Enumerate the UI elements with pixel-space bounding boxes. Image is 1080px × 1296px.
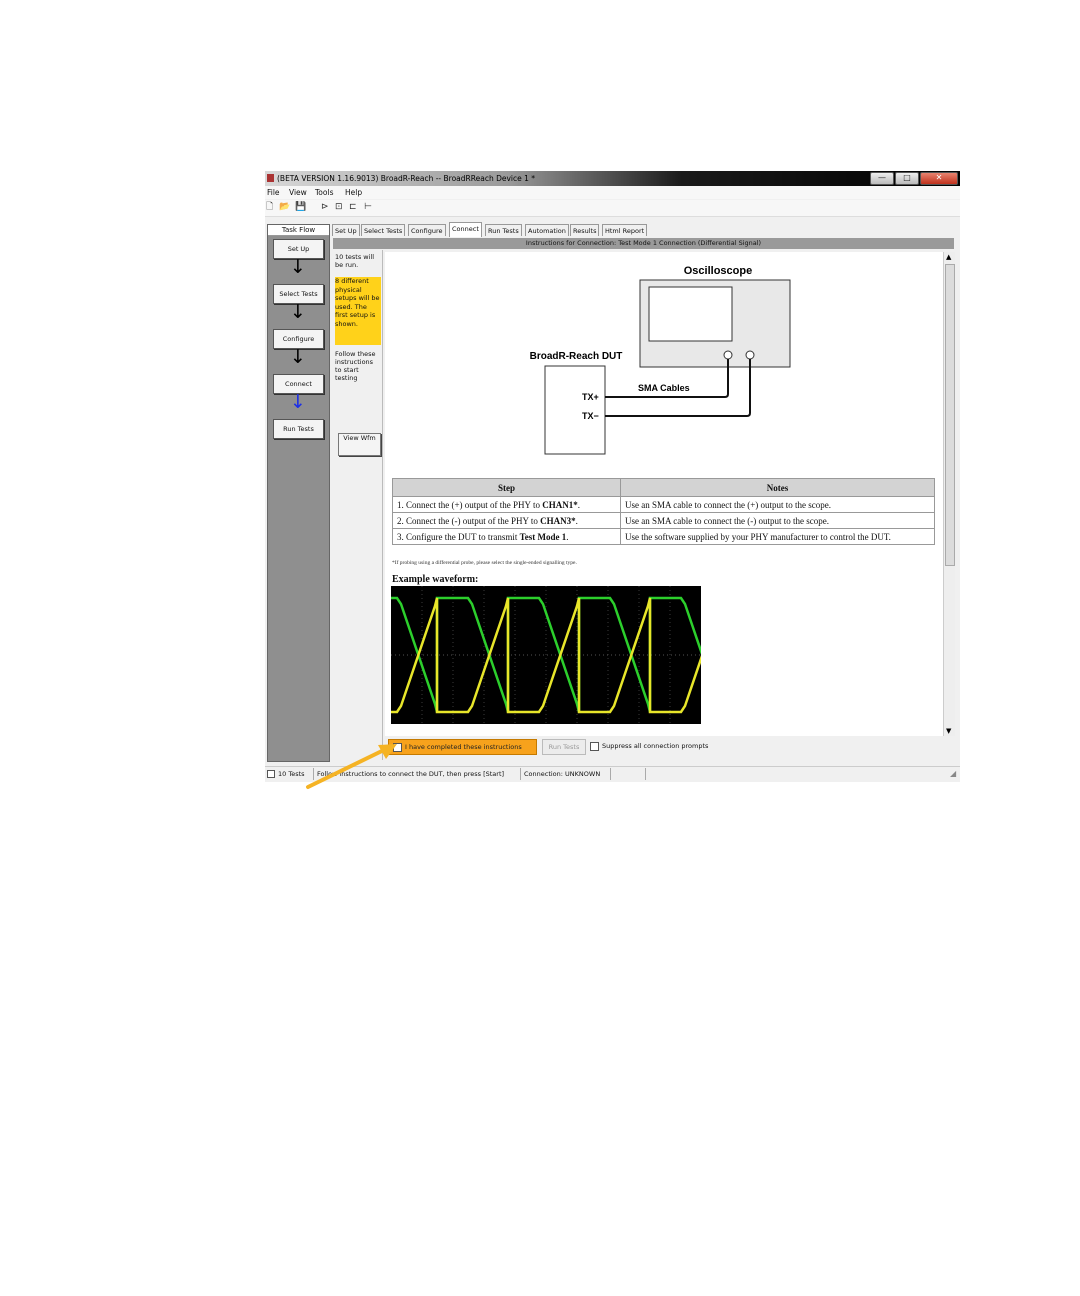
dut-box [544, 365, 606, 455]
callout-arrow [306, 744, 397, 789]
suppress-prompts-checkbox[interactable]: Suppress all connection prompts [590, 740, 708, 752]
note-cell: Use an SMA cable to connect the (-) outp… [620, 512, 935, 529]
tests-count-text: 10 tests will be run. [335, 253, 375, 269]
step-cell: 3. Configure the DUT to transmit Test Mo… [392, 528, 621, 545]
connection-status: Connection: UNKNOWN [524, 770, 601, 778]
task-flow-header: Task Flow [268, 225, 329, 236]
flow-arrow-icon: ↓ [290, 391, 306, 413]
step-header: Step [392, 478, 621, 497]
example-waveform-image [391, 586, 701, 724]
scope-label: Oscilloscope [684, 265, 752, 277]
instructions-banner: Instructions for Connection: Test Mode 1… [333, 238, 954, 249]
view-wfm-button[interactable]: View Wfm [338, 433, 381, 456]
menu-bar: File View Tools Help [265, 186, 960, 199]
sma-cables-label: SMA Cables [638, 383, 690, 393]
marker-icon[interactable]: ⊡ [335, 202, 343, 213]
scroll-up-icon[interactable]: ▲ [946, 253, 951, 261]
connection-diagram: Oscilloscope BroadR-Reach DUT TX+ TX− SM… [530, 265, 791, 455]
footnote: *If probing using a differential probe, … [392, 560, 577, 566]
step-cell: 2. Connect the (-) output of the PHY to … [392, 512, 621, 529]
pause-icon[interactable]: ⊏ [349, 202, 357, 213]
run-tests-button[interactable]: Run Tests [542, 739, 586, 755]
tab-setup[interactable]: Set Up [332, 224, 360, 236]
bottom-bar: I have completed these instructions Run … [385, 736, 954, 758]
tx-plus-label: TX+ [582, 392, 599, 402]
note-cell: Use the software supplied by your PHY ma… [620, 528, 935, 545]
completed-label: I have completed these instructions [405, 743, 522, 751]
table-row: 3. Configure the DUT to transmit Test Mo… [392, 528, 935, 545]
window-title: (BETA VERSION 1.16.9013) BroadR-Reach --… [277, 174, 536, 183]
stop-icon[interactable]: ⊢ [364, 202, 372, 213]
table-row: 2. Connect the (-) output of the PHY to … [392, 512, 935, 529]
dut-label: BroadR-Reach DUT [530, 351, 623, 362]
app-icon [267, 174, 274, 182]
tab-connect[interactable]: Connect [449, 222, 482, 237]
menu-help[interactable]: Help [345, 188, 362, 197]
maximize-button[interactable]: □ [895, 172, 919, 185]
checkbox-icon[interactable] [267, 770, 275, 778]
minimize-button[interactable]: — [870, 172, 894, 185]
info-pane: 10 tests will be run. 8 different physic… [333, 250, 383, 760]
setups-note: 8 different physical setups will be used… [335, 277, 381, 345]
step-cell: 1. Connect the (+) output of the PHY to … [392, 496, 621, 513]
follow-instructions-text: Follow these instructions to start testi… [335, 350, 376, 382]
taskflow-run-tests-button[interactable]: Run Tests [273, 419, 324, 439]
tests-status: 10 Tests [267, 767, 305, 781]
oscilloscope-screen [648, 286, 733, 342]
instructions-content: Oscilloscope BroadR-Reach DUT TX+ TX− SM… [385, 252, 943, 736]
notes-header: Notes [620, 478, 935, 497]
tab-html-report[interactable]: Html Report [602, 224, 648, 236]
checkbox-icon[interactable] [590, 741, 599, 751]
steps-table: Step Notes 1. Connect the (+) output of … [392, 478, 935, 545]
tab-configure[interactable]: Configure [408, 224, 446, 236]
note-cell: Use an SMA cable to connect the (+) outp… [620, 496, 935, 513]
chan1-connector [723, 350, 733, 360]
menu-view[interactable]: View [289, 188, 307, 197]
main-area: Task Flow Set Up ↓ Select Tests ↓ Config… [265, 219, 960, 764]
tx-minus-label: TX− [582, 411, 599, 421]
chan3-connector [745, 350, 755, 360]
menu-file[interactable]: File [267, 188, 280, 197]
title-bar: (BETA VERSION 1.16.9013) BroadR-Reach --… [265, 171, 960, 186]
scroll-down-icon[interactable]: ▼ [946, 727, 951, 735]
flow-arrow-icon: ↓ [290, 301, 306, 323]
setups-text: 8 different physical setups will be used… [335, 277, 380, 328]
content-scrollbar[interactable]: ▲ ▼ [943, 252, 955, 736]
app-window: (BETA VERSION 1.16.9013) BroadR-Reach --… [265, 171, 960, 782]
table-row: 1. Connect the (+) output of the PHY to … [392, 496, 935, 513]
task-flow-panel: Task Flow Set Up ↓ Select Tests ↓ Config… [267, 224, 330, 762]
open-folder-icon[interactable]: 📂 [279, 202, 290, 213]
tab-select-tests[interactable]: Select Tests [361, 224, 406, 236]
tab-automation[interactable]: Automation [525, 224, 569, 236]
example-waveform-title: Example waveform: [392, 574, 479, 585]
completed-instructions-checkbox[interactable]: I have completed these instructions [388, 739, 537, 755]
tab-run-tests[interactable]: Run Tests [485, 224, 522, 236]
tab-results[interactable]: Results [570, 224, 600, 236]
resize-grip-icon[interactable]: ◢ [950, 767, 958, 778]
run-icon[interactable]: ⊳ [321, 202, 329, 213]
save-icon[interactable]: 💾 [295, 202, 306, 213]
flow-arrow-icon: ↓ [290, 256, 306, 278]
new-file-icon[interactable]: 🗋 [266, 202, 273, 213]
scroll-thumb[interactable] [945, 264, 955, 566]
toolbar: 🗋 📂 💾 ⊳ ⊡ ⊏ ⊢ [265, 200, 960, 217]
close-button[interactable]: ✕ [920, 172, 958, 185]
menu-tools[interactable]: Tools [315, 188, 333, 197]
suppress-label: Suppress all connection prompts [602, 742, 709, 750]
flow-arrow-icon: ↓ [290, 346, 306, 368]
